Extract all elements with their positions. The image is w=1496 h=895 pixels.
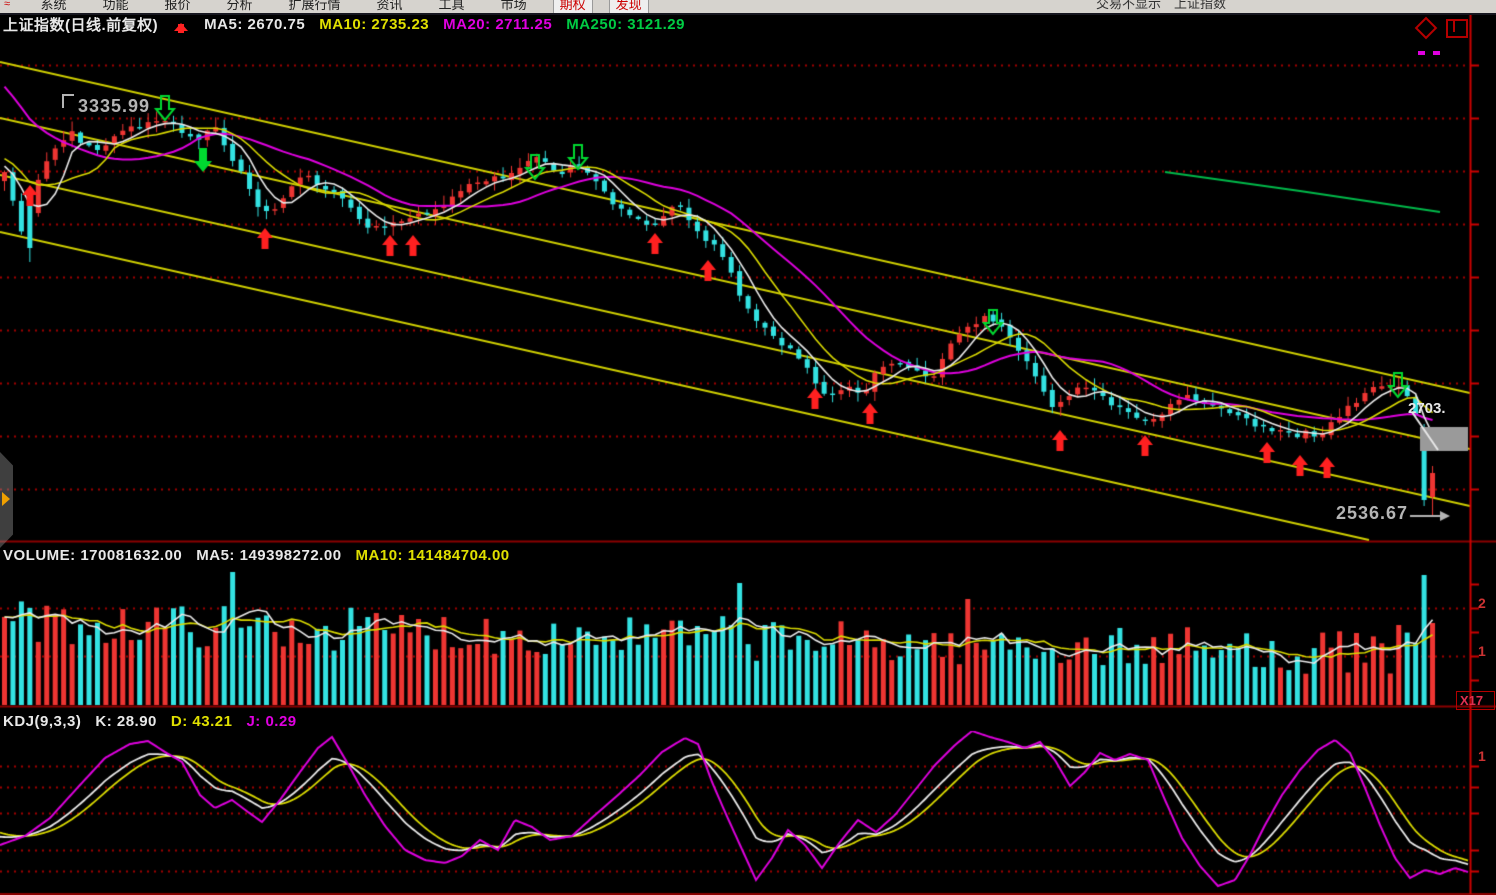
app-window: ≈ 系统功能报价分析扩展行情资讯工具市场期权发现 交易不显示 上证指数 上证指数… [0,0,1496,895]
last-price-label: 2703. [1408,400,1446,417]
legend-item: MA20: 2711.25 [443,16,552,33]
volume-legend: VOLUME: 170081632.00 MA5: 149398272.00 MA1… [3,545,510,565]
legend-item: D: 43.21 [171,713,233,730]
period-low-label: 2536.67 [1336,503,1408,524]
legend-item: KDJ(9,3,3) [3,713,81,730]
main-chart-legend: 上证指数(日线.前复权) MA5: 2670.75MA10: 2735.23MA… [3,14,685,34]
ma-legend: MA5: 2670.75 MA10: 2735.23 MA20: 2711.25 MA… [204,16,685,33]
legend-item: K: 28.90 [95,713,157,730]
legend-item: MA10: 2735.23 [319,16,429,33]
menu-item[interactable]: 资讯 [377,0,403,15]
axis-label: 1 [1478,643,1486,659]
high-marker-icon [62,94,74,108]
menu-item[interactable]: 扩展行情 [289,0,341,15]
legend-item: MA250: 3121.29 [566,16,685,33]
app-logo-icon: ≈ [4,0,18,10]
axis-label: 1 [1478,748,1486,764]
sidebar-expand-handle[interactable] [0,452,13,548]
trend-up-arrow-icon [174,16,188,33]
menu-bar: ≈ 系统功能报价分析扩展行情资讯工具市场期权发现 交易不显示 上证指数 [0,0,1496,15]
diamond-icon[interactable] [1415,17,1438,40]
volume-multiplier-badge: X17 [1456,691,1495,710]
axis-label: 2 [1478,595,1486,611]
menu-item-highlight[interactable]: 发现 [609,0,649,15]
legend-item: VOLUME: 170081632.00 [3,547,182,564]
split-window-icon[interactable] [1446,19,1468,38]
legend-item: J: 0.29 [246,713,296,730]
menu-item[interactable]: 分析 [227,0,253,15]
expand-arrow-icon [2,492,10,506]
menu-item[interactable]: 报价 [164,0,190,15]
menu-right-text: 交易不显示 上证指数 [1096,0,1226,15]
menu-item-highlight[interactable]: 期权 [553,0,593,15]
legend-item: MA10: 141484704.00 [356,547,510,564]
chart-canvas[interactable] [0,0,1496,895]
kdj-legend: KDJ(9,3,3) K: 28.90 D: 43.21 J: 0.29 [3,711,297,731]
chart-corner-tools [1416,18,1470,44]
chart-title: 上证指数(日线.前复权) [3,14,158,35]
menu-item[interactable]: 工具 [439,0,465,15]
menu-item[interactable]: 市场 [501,0,527,15]
magenta-dots-icon [1418,42,1458,60]
legend-item: MA5: 149398272.00 [196,547,341,564]
period-high-label: 3335.99 [78,96,150,117]
legend-item: MA5: 2670.75 [204,16,305,33]
